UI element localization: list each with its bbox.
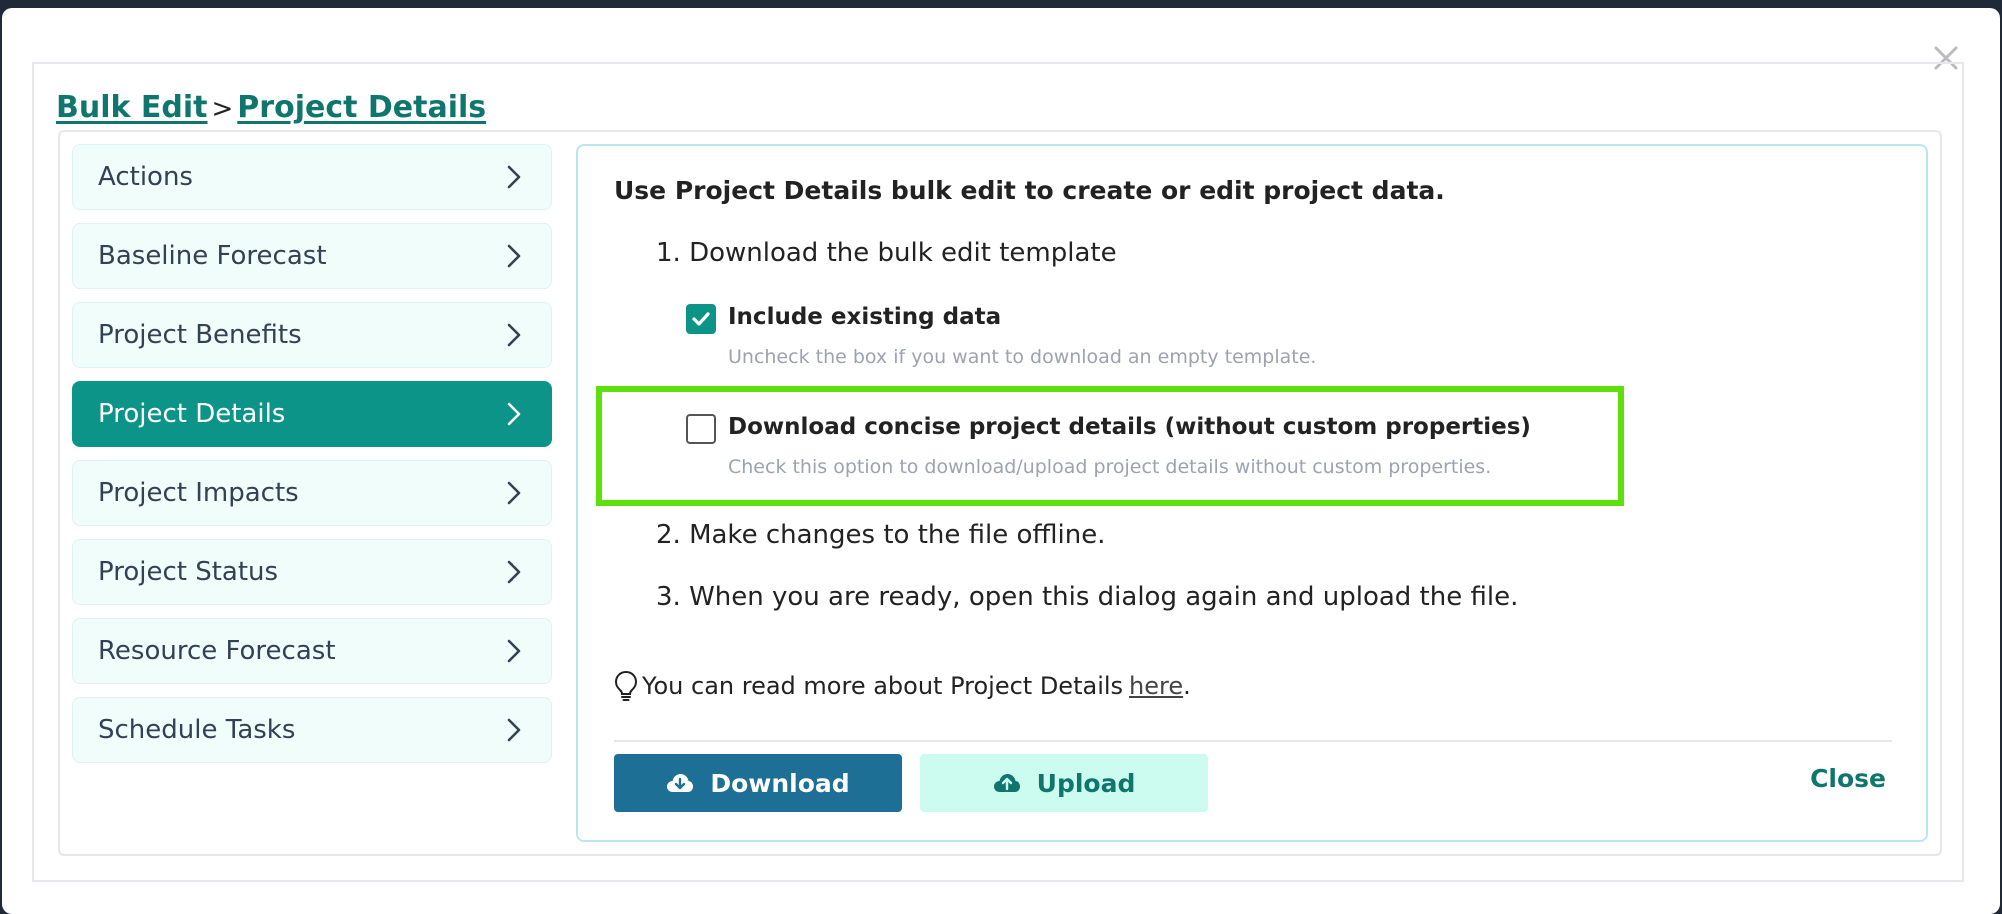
sidebar-item-resource-forecast[interactable]: Resource Forecast	[72, 618, 552, 684]
tip-message: You can read more about Project Details	[642, 672, 1124, 700]
sidebar-item-project-benefits[interactable]: Project Benefits	[72, 302, 552, 368]
sidebar-item-project-impacts[interactable]: Project Impacts	[72, 460, 552, 526]
concise-project-details-help: Check this option to download/upload pro…	[728, 456, 1492, 478]
chevron-right-icon	[501, 717, 527, 743]
highlight-box	[596, 386, 1624, 506]
download-button[interactable]: Download	[614, 754, 902, 812]
include-existing-data-label[interactable]: Include existing data	[728, 304, 1001, 330]
breadcrumb: Bulk Edit > Project Details	[56, 90, 486, 125]
cloud-download-icon	[667, 774, 694, 792]
sidebar-item-label: Actions	[98, 162, 193, 192]
sidebar-item-label: Schedule Tasks	[98, 715, 296, 745]
chevron-right-icon	[501, 243, 527, 269]
include-existing-data-help: Uncheck the box if you want to download …	[728, 346, 1317, 368]
close-button[interactable]: Close	[1810, 764, 1886, 793]
sidebar-item-baseline-forecast[interactable]: Baseline Forecast	[72, 223, 552, 289]
chevron-right-icon	[501, 638, 527, 664]
include-existing-data-checkbox[interactable]	[686, 304, 716, 334]
step-2-text: 2. Make changes to the file offline.	[656, 520, 1106, 550]
lightbulb-icon	[614, 670, 638, 701]
upload-button[interactable]: Upload	[920, 754, 1208, 812]
sidebar-item-label: Project Status	[98, 557, 279, 587]
sidebar: Actions Baseline Forecast Project Benefi…	[72, 144, 552, 776]
step-3-text: 3. When you are ready, open this dialog …	[656, 582, 1519, 612]
sidebar-item-project-status[interactable]: Project Status	[72, 539, 552, 605]
breadcrumb-project-details-link[interactable]: Project Details	[237, 90, 486, 125]
breadcrumb-separator: >	[211, 94, 234, 124]
sidebar-item-label: Project Benefits	[98, 320, 302, 350]
step-1-text: 1. Download the bulk edit template	[656, 238, 1117, 268]
sidebar-item-label: Project Details	[98, 399, 286, 429]
read-more-link[interactable]: here	[1129, 672, 1183, 700]
chevron-right-icon	[501, 401, 527, 427]
check-icon	[692, 312, 710, 326]
sidebar-item-label: Project Impacts	[98, 478, 299, 508]
concise-project-details-checkbox[interactable]	[686, 414, 716, 444]
chevron-right-icon	[501, 480, 527, 506]
tip-text: You can read more about Project Details …	[614, 670, 1191, 702]
download-button-label: Download	[710, 768, 850, 798]
footer-divider	[614, 740, 1892, 742]
cloud-upload-icon	[993, 774, 1020, 792]
concise-project-details-label[interactable]: Download concise project details (withou…	[728, 414, 1531, 440]
upload-button-label: Upload	[1036, 768, 1136, 798]
sidebar-item-actions[interactable]: Actions	[72, 144, 552, 210]
breadcrumb-bulk-edit-link[interactable]: Bulk Edit	[56, 90, 208, 125]
sidebar-item-project-details[interactable]: Project Details	[72, 381, 552, 447]
chevron-right-icon	[501, 559, 527, 585]
panel-title: Use Project Details bulk edit to create …	[614, 176, 1445, 205]
sidebar-item-schedule-tasks[interactable]: Schedule Tasks	[72, 697, 552, 763]
sidebar-item-label: Baseline Forecast	[98, 241, 327, 271]
chevron-right-icon	[501, 322, 527, 348]
tip-period: .	[1183, 672, 1191, 700]
bulk-edit-panel: Use Project Details bulk edit to create …	[576, 144, 1928, 842]
chevron-right-icon	[501, 164, 527, 190]
sidebar-item-label: Resource Forecast	[98, 636, 336, 666]
